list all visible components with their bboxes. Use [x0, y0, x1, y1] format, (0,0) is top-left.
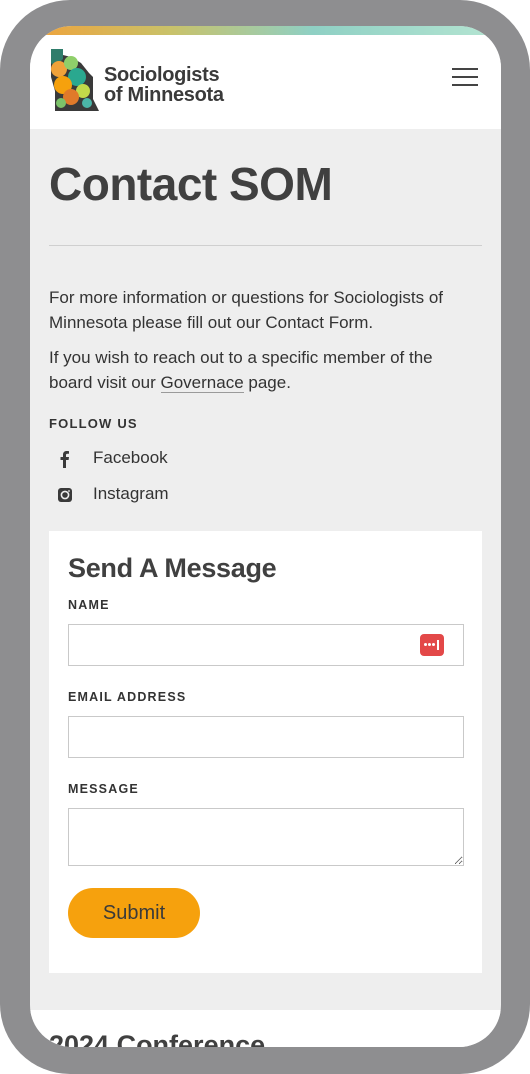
email-label: EMAIL ADDRESS [68, 690, 187, 704]
contact-form-card: Send A Message NAME EMAIL ADDRESS MESSAG… [49, 531, 482, 973]
message-field[interactable] [68, 808, 464, 866]
intro-2-after: page. [243, 373, 291, 392]
name-field[interactable] [68, 624, 464, 666]
next-section: 2024 Conference [30, 1010, 501, 1047]
brand-name-line2: of Minnesota [104, 84, 224, 106]
facebook-icon [56, 450, 74, 468]
device-frame: Sociologists of Minnesota Contact SOM Fo… [0, 0, 530, 1074]
instagram-label: Instagram [93, 484, 169, 503]
password-manager-icon[interactable] [420, 634, 444, 656]
follow-us-heading: FOLLOW US [49, 416, 138, 431]
site-header: Sociologists of Minnesota [30, 35, 501, 129]
title-divider [49, 245, 482, 246]
intro-paragraph-1: For more information or questions for So… [49, 288, 444, 332]
form-title: Send A Message [68, 553, 277, 583]
top-gradient-bar [30, 26, 501, 35]
facebook-label: Facebook [93, 448, 168, 467]
governance-link[interactable]: Governace [160, 373, 244, 393]
next-section-title: 2024 Conference [49, 1030, 266, 1047]
hamburger-menu-icon[interactable] [452, 68, 478, 90]
brand-name[interactable]: Sociologists of Minnesota [104, 65, 224, 105]
phone-screen: Sociologists of Minnesota Contact SOM Fo… [30, 26, 501, 1047]
minnesota-logo-icon[interactable] [49, 47, 99, 111]
brand-name-line1: Sociologists [104, 64, 220, 86]
page-title: Contact SOM [49, 158, 333, 210]
instagram-icon [56, 486, 74, 504]
submit-button[interactable]: Submit [68, 888, 200, 938]
name-label: NAME [68, 598, 110, 612]
intro-paragraph-2: If you wish to reach out to a specific m… [49, 345, 479, 395]
intro-text: For more information or questions for So… [49, 285, 479, 405]
email-field[interactable] [68, 716, 464, 758]
message-label: MESSAGE [68, 782, 139, 796]
